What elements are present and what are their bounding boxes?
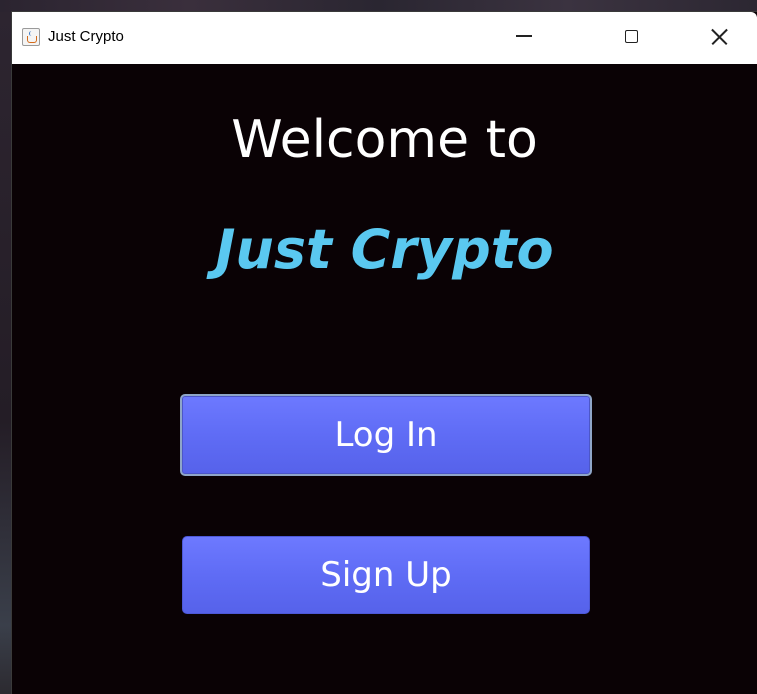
app-window: Just Crypto Welcome to Just Crypto Log I… [12,12,757,694]
welcome-heading: Welcome to [231,110,538,170]
java-cup-icon [22,28,40,46]
signup-button[interactable]: Sign Up [182,536,590,614]
close-button[interactable] [696,12,742,64]
minimize-icon [516,35,532,37]
desktop-background [0,0,757,12]
maximize-button[interactable] [608,12,654,64]
maximize-icon [625,30,638,43]
desktop-edge [0,12,12,694]
brand-title: Just Crypto [215,218,554,281]
login-button[interactable]: Log In [180,394,592,476]
title-bar[interactable]: Just Crypto [12,12,757,64]
minimize-button[interactable] [500,12,546,64]
window-title: Just Crypto [48,28,124,45]
